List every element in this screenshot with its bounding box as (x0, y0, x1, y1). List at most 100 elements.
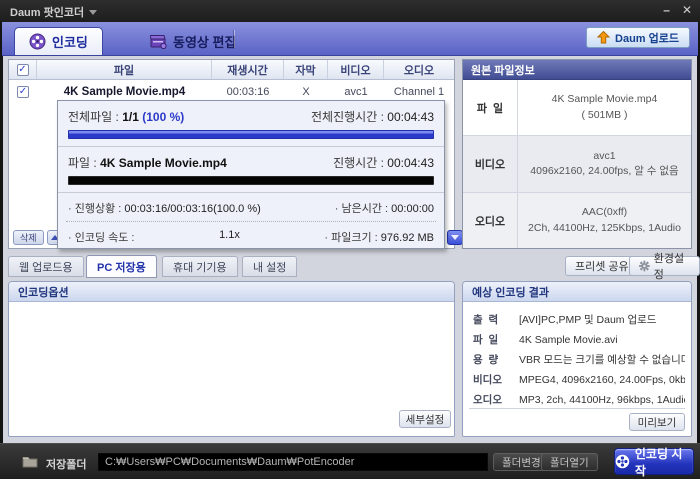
source-video-label: 비디오 (463, 136, 518, 192)
tab-encoding[interactable]: 인코딩 (14, 27, 103, 55)
source-video-line1: avc1 (593, 149, 616, 162)
preview-button[interactable]: 미리보기 (629, 413, 685, 431)
result-audio-value: MP3, 2ch, 44100Hz, 96kbps, 1Audio (519, 394, 685, 406)
total-files-value: 1/1 (122, 110, 139, 124)
start-encoding-label: 인코딩 시작 (634, 446, 683, 478)
total-percent: (100 %) (142, 110, 185, 124)
result-video-value: MPEG4, 4096x2160, 24.00Fps, 0kbps (519, 374, 685, 386)
divider (469, 408, 685, 409)
start-encoding-button[interactable]: 인코딩 시작 (614, 447, 694, 478)
file-name-value: 4K Sample Movie.mp4 (100, 156, 227, 170)
source-file-line1: 4K Sample Movie.mp4 (551, 93, 658, 106)
app-menu[interactable]: Daum 팟인코더 (10, 4, 98, 20)
column-subtitle[interactable]: 자막 (284, 60, 328, 79)
folder-icon (22, 457, 38, 468)
save-folder-label: 저장폴더 (46, 459, 87, 471)
cell-file-name: 4K Sample Movie.mp4 (63, 85, 186, 98)
main-tab-bar: 인코딩 동영상 편집 Daum 업로드 (2, 22, 698, 56)
source-info-title: 원본 파일정보 (463, 60, 691, 80)
film-reel-icon (29, 33, 46, 50)
remain-value: 00:00:00 (391, 203, 434, 215)
encoding-result-panel: 예상 인코딩 결과 출 력 [AVI]PC,PMP 및 Daum 업로드 파 일 4… (462, 281, 692, 437)
filesize-label: · 파일크기 : (324, 232, 378, 244)
column-duration[interactable]: 재생시간 (212, 60, 284, 79)
chevron-down-icon (89, 9, 98, 15)
file-time-label: 진행시간 : (333, 156, 384, 170)
total-files-label: 전체파일 : (68, 110, 119, 124)
source-audio-line1: AAC(0xff) (581, 206, 628, 219)
total-time-label: 전체진행시간 : (311, 110, 384, 124)
triangle-down-icon (451, 235, 459, 240)
save-folder-input[interactable] (98, 453, 488, 471)
result-size-label: 용 량 (473, 354, 499, 366)
close-button[interactable]: ✕ (682, 2, 692, 18)
app-title: Daum 팟인코더 (10, 7, 85, 19)
result-size-value: VBR 모드는 크기를 예상할 수 없습니다. (519, 354, 685, 366)
tab-encoding-label: 인코딩 (52, 35, 88, 50)
tab-my-settings[interactable]: 내 설정 (242, 256, 298, 277)
column-video[interactable]: 비디오 (328, 60, 384, 79)
clapperboard-icon (150, 34, 167, 49)
tab-video-edit-label: 동영상 편집 (173, 34, 237, 50)
tab-pc-save[interactable]: PC 저장용 (86, 255, 157, 278)
result-file-label: 파 일 (473, 334, 499, 346)
result-audio-label: 오디오 (473, 394, 502, 406)
title-bar: Daum 팟인코더 – ✕ (0, 0, 700, 22)
gear-icon (639, 260, 650, 272)
source-video-line2: 4096x2160, 24.00fps, 알 수 없음 (530, 165, 679, 177)
tab-web-upload[interactable]: 웹 업로드용 (8, 256, 84, 277)
minimize-button[interactable]: – (663, 2, 670, 18)
source-file-label: 파 일 (463, 80, 518, 135)
status-value: 00:03:16/00:03:16(100.0 %) (124, 203, 261, 215)
cell-duration: 00:03:16 (226, 85, 270, 98)
app-window: Daum 팟인코더 – ✕ 인코딩 동영상 편집 Daum 업로드 ✓ 파일 재… (0, 0, 700, 479)
delete-button[interactable]: 삭제 (13, 230, 44, 245)
settings-button[interactable]: 환경설정 (629, 253, 700, 281)
speed-label: · 인코딩 속도 : (68, 232, 135, 244)
encoding-options-panel: 인코딩옵션 PC/PMP 용 인터넷 동영상(스트리밍) 플래시 비디오 오디오… (8, 281, 455, 437)
open-folder-button[interactable]: 폴더열기 (541, 453, 598, 471)
column-audio[interactable]: 오디오 (384, 60, 454, 79)
source-file-row: 파 일 4K Sample Movie.mp4 ( 501MB ) (463, 80, 691, 136)
file-progress-bar (68, 176, 434, 185)
file-list-header: ✓ 파일 재생시간 자막 비디오 오디오 (9, 60, 454, 80)
cell-audio: Channel 1 (393, 85, 445, 98)
daum-upload-label: Daum 업로드 (615, 32, 679, 45)
upload-arrow-icon (597, 31, 611, 44)
tab-divider (234, 30, 235, 48)
source-video-row: 비디오 avc1 4096x2160, 24.00fps, 알 수 없음 (463, 136, 691, 193)
move-down-button[interactable] (447, 230, 463, 245)
remain-label: · 남은시간 : (334, 203, 389, 215)
select-all-checkbox[interactable]: ✓ (16, 63, 29, 76)
bottom-bar: 저장폴더 폴더변경 폴더열기 인코딩 시작 (0, 443, 700, 479)
encoding-result-title: 예상 인코딩 결과 (463, 282, 691, 302)
source-audio-label: 오디오 (463, 193, 518, 248)
cell-video: avc1 (344, 85, 368, 98)
settings-label: 환경설정 (653, 253, 685, 281)
source-file-line2: ( 501MB ) (581, 108, 628, 121)
file-time-value: 00:04:43 (387, 156, 434, 170)
source-audio-line2: 2Ch, 44100Hz, 125Kbps, 1Audio (528, 221, 681, 234)
speed-value: 1.1x (219, 229, 240, 241)
result-output-label: 출 력 (473, 314, 499, 326)
detail-settings-button[interactable]: 세부설정 (399, 410, 451, 428)
progress-overlay: 전체파일 : 1/1 (100 %) 전체진행시간 : 00:04:43 파일 … (57, 100, 445, 249)
preset-share-button[interactable]: 프리셋 공유 (565, 256, 639, 276)
file-label: 파일 : (68, 156, 97, 170)
result-video-label: 비디오 (473, 374, 502, 386)
result-output-value: [AVI]PC,PMP 및 Daum 업로드 (519, 314, 657, 326)
result-file-value: 4K Sample Movie.avi (519, 334, 618, 346)
cell-subtitle: X (302, 85, 310, 98)
total-progress-bar (68, 130, 434, 139)
total-time-value: 00:04:43 (387, 110, 434, 124)
source-audio-row: 오디오 AAC(0xff) 2Ch, 44100Hz, 125Kbps, 1Aud… (463, 193, 691, 248)
source-info-panel: 원본 파일정보 파 일 4K Sample Movie.mp4 ( 501MB )… (462, 59, 692, 249)
film-reel-icon (615, 454, 630, 469)
column-file[interactable]: 파일 (37, 60, 212, 79)
encoding-options-title: 인코딩옵션 (9, 282, 454, 302)
filesize-value: 976.92 MB (380, 232, 434, 244)
row-checkbox[interactable]: ✓ (17, 85, 29, 98)
tab-mobile-device[interactable]: 휴대 기기용 (162, 256, 238, 277)
daum-upload-button[interactable]: Daum 업로드 (586, 27, 690, 48)
status-label: · 진행상황 : (68, 203, 122, 215)
